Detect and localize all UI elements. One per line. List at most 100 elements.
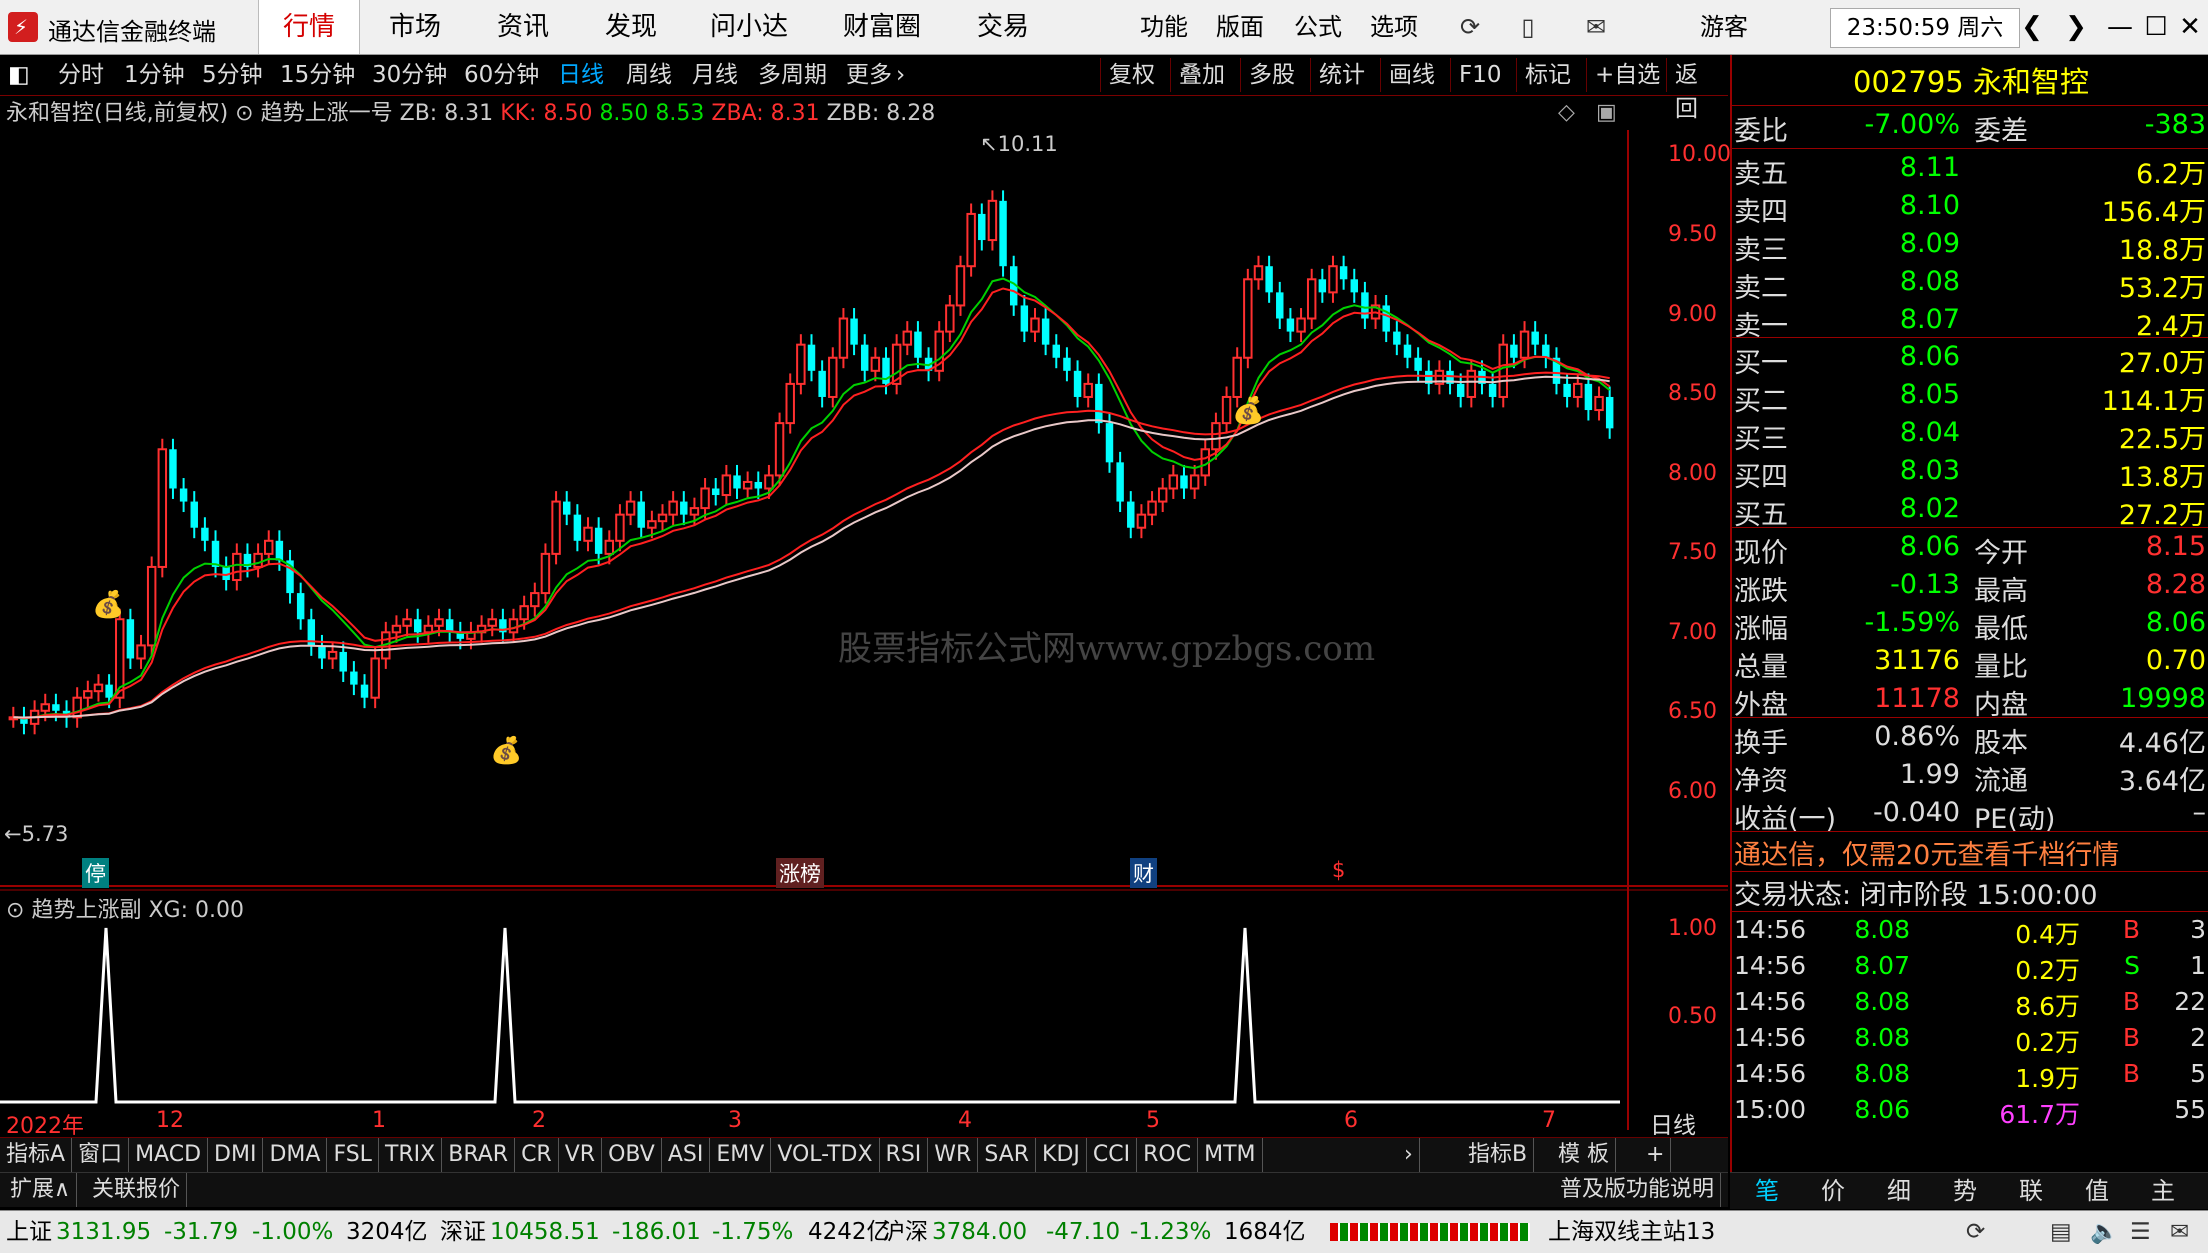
period-fenshi[interactable]: 分时 — [58, 55, 104, 95]
right-tab-2[interactable]: 细 — [1870, 1173, 1928, 1209]
period-more[interactable]: 更多 — [846, 55, 892, 95]
phone-icon[interactable]: ▯ — [1514, 14, 1542, 40]
back-button[interactable]: 返回 — [1666, 58, 1728, 122]
sub-period-label[interactable]: 日线 — [1650, 1106, 1696, 1140]
right-tab-1[interactable]: 价 — [1804, 1173, 1862, 1209]
panel-toggle-icon[interactable]: ◧ — [8, 55, 34, 95]
indicator-name[interactable]: 趋势上涨一号 — [261, 101, 393, 126]
buy-row[interactable]: 买三 8.04 22.5万 — [1732, 417, 2208, 455]
add-indicator-button[interactable]: + — [1640, 1138, 1672, 1172]
menu-xuanxiang[interactable]: 选项 — [1370, 0, 1418, 54]
mail-icon[interactable]: ✉ — [1582, 14, 1610, 40]
kline-chart[interactable]: 股票指标公式网www.gpzbgs.com — [0, 130, 1728, 1130]
list-icon[interactable]: ☰ — [2130, 1211, 2151, 1253]
diejia-button[interactable]: 叠加 — [1170, 58, 1233, 92]
sub-dropdown-icon[interactable]: ⊙ — [6, 898, 31, 923]
period-multi[interactable]: 多周期 — [758, 55, 827, 95]
menu-gongshi[interactable]: 公式 — [1294, 0, 1342, 54]
indicator-tab-10[interactable]: OBV — [602, 1138, 662, 1172]
tongji-button[interactable]: 统计 — [1310, 58, 1373, 92]
indicator-dropdown-icon[interactable]: ⊙ — [235, 101, 260, 126]
f10-button[interactable]: F10 — [1450, 58, 1510, 92]
tab-faxian[interactable]: 发现 — [586, 0, 676, 54]
buy-row[interactable]: 买一 8.06 27.0万 — [1732, 341, 2208, 379]
indicator-tab-11[interactable]: ASI — [662, 1138, 711, 1172]
marker-zhangbang[interactable]: 涨榜 — [776, 858, 824, 888]
indicator-tab-13[interactable]: VOL-TDX — [771, 1138, 880, 1172]
expand-button[interactable]: 扩展∧ — [4, 1173, 78, 1207]
indicator-tab-14[interactable]: RSI — [880, 1138, 929, 1172]
right-tab-6[interactable]: 主 — [2134, 1173, 2192, 1209]
marker-cai[interactable]: 财 — [1130, 858, 1157, 888]
template-tab[interactable]: 模 板 — [1552, 1138, 1616, 1172]
promo-link[interactable]: 通达信，仅需20元查看千档行情 — [1734, 833, 2119, 872]
indicator-tab-7[interactable]: BRAR — [442, 1138, 516, 1172]
biaoji-button[interactable]: 标记 — [1516, 58, 1579, 92]
indicator-tab-18[interactable]: CCI — [1087, 1138, 1138, 1172]
period-month[interactable]: 月线 — [692, 55, 738, 95]
period-60min[interactable]: 60分钟 — [464, 55, 539, 95]
back-arrow-icon[interactable]: ❮ — [2012, 8, 2052, 46]
sub-indicator-name[interactable]: 趋势上涨副 — [31, 898, 141, 923]
right-tab-5[interactable]: 值 — [2068, 1173, 2126, 1209]
indicator-tab-5[interactable]: FSL — [327, 1138, 379, 1172]
add-watchlist-button[interactable]: +自选 — [1586, 58, 1668, 92]
indicator-tab-9[interactable]: VR — [559, 1138, 603, 1172]
indicator-tab-19[interactable]: ROC — [1137, 1138, 1199, 1172]
indicator-tab-12[interactable]: EMV — [710, 1138, 772, 1172]
indicator-tab-2[interactable]: MACD — [129, 1138, 209, 1172]
sell-row[interactable]: 卖二 8.08 53.2万 — [1732, 266, 2208, 304]
menu-gongneng[interactable]: 功能 — [1140, 0, 1188, 54]
window-icon[interactable]: ▤ — [2050, 1211, 2072, 1253]
tab-zixun[interactable]: 资讯 — [478, 0, 568, 54]
indicator-tab-17[interactable]: KDJ — [1036, 1138, 1087, 1172]
indicator-tab-15[interactable]: WR — [928, 1138, 979, 1172]
refresh-icon[interactable]: ⟳ — [1966, 1211, 1985, 1253]
marker-dollar[interactable]: $ — [1332, 858, 1345, 882]
tab-caifuquan[interactable]: 财富圈 — [822, 0, 942, 54]
chevron-right-icon[interactable]: › — [896, 55, 905, 95]
menu-banmian[interactable]: 版面 — [1216, 0, 1264, 54]
right-tab-3[interactable]: 势 — [1936, 1173, 1994, 1209]
diamond-icon[interactable]: ◇ — [1558, 100, 1575, 125]
huaxian-button[interactable]: 画线 — [1380, 58, 1443, 92]
user-guest[interactable]: 游客 — [1700, 0, 1748, 54]
indicator-tab-8[interactable]: CR — [515, 1138, 559, 1172]
index-sz-label[interactable]: 深证 — [440, 1211, 486, 1253]
close-icon[interactable]: ✕ — [2170, 8, 2208, 46]
buy-row[interactable]: 买四 8.03 13.8万 — [1732, 455, 2208, 493]
sell-row[interactable]: 卖四 8.10 156.4万 — [1732, 190, 2208, 228]
minimize-icon[interactable]: — — [2100, 8, 2140, 46]
chat-icon[interactable]: ✉ — [2170, 1211, 2189, 1253]
period-week[interactable]: 周线 — [626, 55, 672, 95]
indicator-tab-0[interactable]: 指标A — [0, 1138, 73, 1172]
tab-jiaoyi[interactable]: 交易 — [958, 0, 1048, 54]
buy-row[interactable]: 买五 8.02 27.2万 — [1732, 493, 2208, 531]
indicator-tab-1[interactable]: 窗口 — [72, 1138, 130, 1172]
marker-ting[interactable]: 停 — [82, 858, 109, 888]
indicator-tab-3[interactable]: DMI — [208, 1138, 264, 1172]
buy-row[interactable]: 买二 8.05 114.1万 — [1732, 379, 2208, 417]
sell-row[interactable]: 卖三 8.09 18.8万 — [1732, 228, 2208, 266]
period-1min[interactable]: 1分钟 — [124, 55, 185, 95]
right-tab-0[interactable]: 笔 — [1738, 1173, 1796, 1209]
tab-hangqing[interactable]: 行情 — [258, 0, 360, 54]
indicator-tab-6[interactable]: TRIX — [379, 1138, 443, 1172]
index-hs-label[interactable]: 沪深 — [882, 1211, 928, 1253]
indicator-b-tab[interactable]: 指标B — [1462, 1138, 1535, 1172]
indicator-tab-16[interactable]: SAR — [978, 1138, 1037, 1172]
fuquan-button[interactable]: 复权 — [1100, 58, 1163, 92]
window-icon[interactable]: ▣ — [1596, 100, 1617, 125]
index-sh-label[interactable]: 上证 — [6, 1211, 52, 1253]
period-30min[interactable]: 30分钟 — [372, 55, 447, 95]
period-5min[interactable]: 5分钟 — [202, 55, 263, 95]
speaker-icon[interactable]: 🔈 — [2090, 1211, 2119, 1253]
period-day[interactable]: 日线 — [558, 55, 604, 95]
tab-wenxiaoda[interactable]: 问小达 — [694, 0, 804, 54]
related-quote-button[interactable]: 关联报价 — [86, 1173, 188, 1207]
server-name[interactable]: 上海双线主站13 — [1548, 1211, 1715, 1253]
refresh-icon[interactable]: ⟳ — [1456, 14, 1484, 40]
indicator-tab-20[interactable]: MTM — [1198, 1138, 1263, 1172]
sell-row[interactable]: 卖五 8.11 6.2万 — [1732, 152, 2208, 190]
forward-arrow-icon[interactable]: ❯ — [2056, 8, 2096, 46]
